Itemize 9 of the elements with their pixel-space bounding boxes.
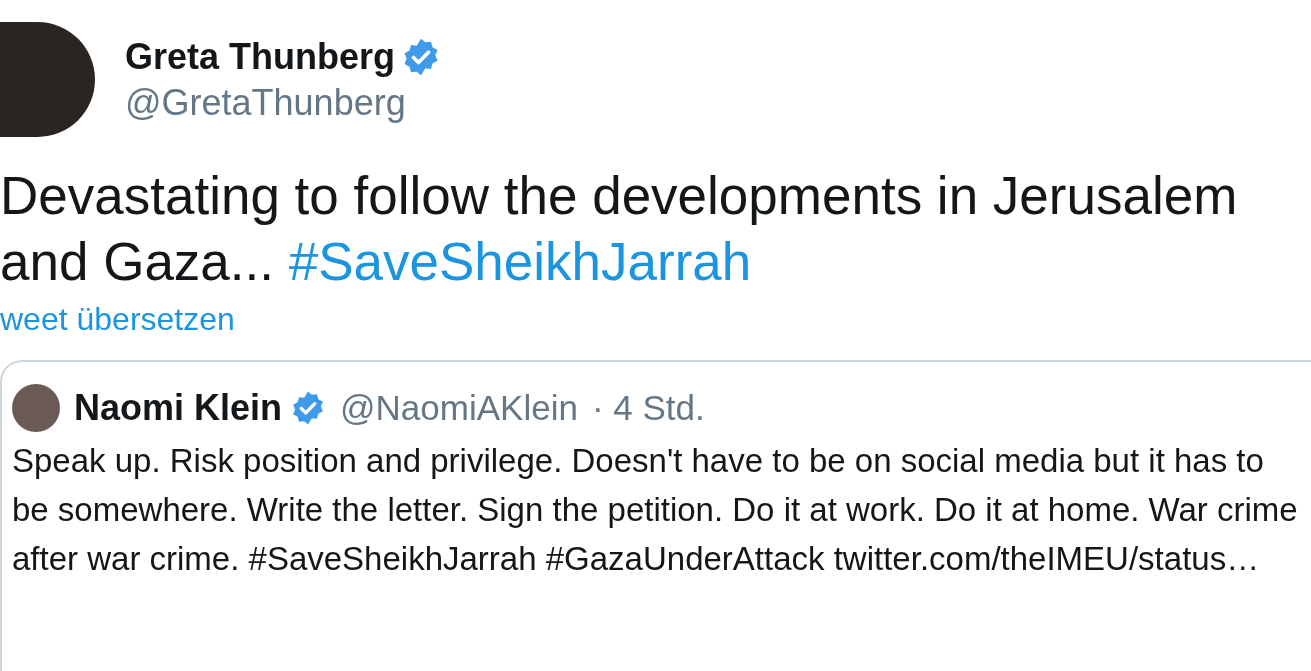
tweet-text: Devastating to follow the developments in Jerusalem and Gaza... #SaveSheikhJarrah (0, 165, 1239, 293)
tweet-time: · 4 Std. (591, 388, 705, 428)
translate-link[interactable]: weet übersetzen (0, 301, 235, 338)
tweet-text: Speak up. Risk position and privilege. Doesn't have to be on social media but it has to be somewhere. Write the letter. Sign the petition. Do it at work. Do it at home. War crime after war crime. #SaveSheikhJarrah #GazaUnderAttack twitter.com/theIMEU/status… (12, 441, 1299, 579)
hashtag-link[interactable]: #SaveSheikhJarrah (288, 232, 752, 291)
author-name: Greta Thunberg (125, 35, 396, 78)
author-handle: @GretaThunberg (125, 81, 407, 124)
author-name: Naomi Klein (74, 387, 283, 429)
author-handle: @NaomiAKlein (340, 388, 578, 428)
